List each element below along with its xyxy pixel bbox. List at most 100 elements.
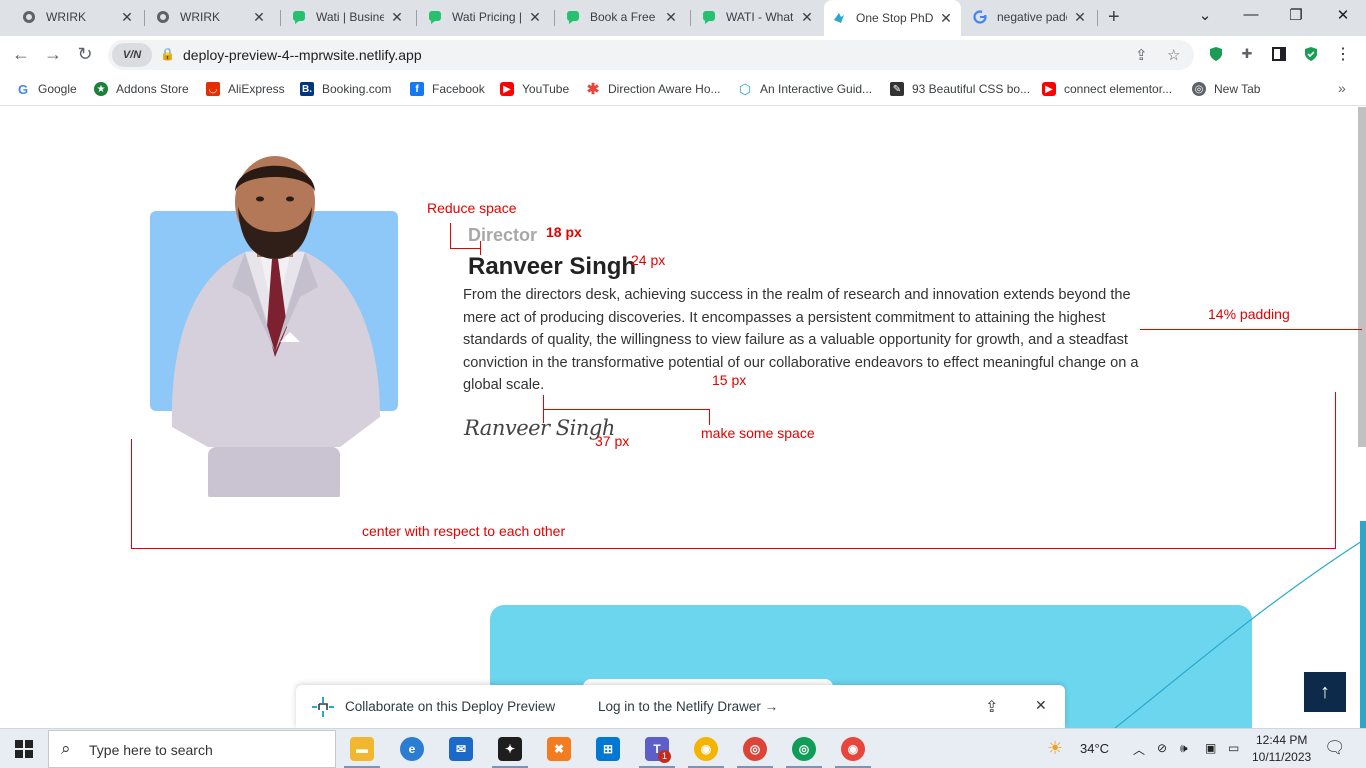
forward-button[interactable]: → (42, 44, 64, 65)
taskbar-search-box[interactable]: ⌕ Type here to search (48, 730, 336, 768)
mail-icon[interactable]: ✉ (449, 737, 473, 761)
close-icon[interactable]: ✕ (252, 9, 266, 26)
bookmark-aliexpress[interactable]: ◡ AliExpress (206, 82, 285, 96)
clock-date[interactable]: 10/11/2023 (1252, 750, 1311, 764)
tab-title: One Stop PhD (856, 11, 933, 25)
scrollbar-thumb[interactable] (1358, 107, 1366, 447)
bookmark-facebook[interactable]: f Facebook (410, 82, 485, 96)
file-explorer-icon[interactable]: ▬ (350, 737, 374, 761)
bookmark-new-tab[interactable]: ◎ New Tab (1192, 82, 1260, 96)
browser-app-icon[interactable]: ◉ (694, 737, 718, 761)
annotation-line (543, 409, 710, 410)
display-icon[interactable]: ▭ (1228, 741, 1239, 755)
tab-title: Wati Pricing | (452, 10, 522, 24)
edge-icon[interactable]: e (400, 737, 424, 761)
volume-icon[interactable]: 🕪 (1180, 741, 1188, 756)
bookmarks-overflow-chevron-icon[interactable]: » (1338, 80, 1346, 96)
booking-icon: B. (300, 82, 314, 96)
asterisk-icon: ✱ (586, 81, 600, 98)
bookmark-star-icon[interactable]: ☆ (1167, 46, 1180, 64)
tab-wati-business[interactable]: Wati | Business ✕ (284, 2, 412, 32)
close-icon[interactable]: ✕ (528, 9, 542, 26)
lock-icon[interactable]: 🔒 (160, 47, 175, 61)
annotation-name-size: 24 px (631, 252, 666, 268)
tab-title: Wati | Business (316, 10, 384, 24)
close-icon[interactable]: ✕ (390, 9, 404, 26)
tab-book-demo[interactable]: Book a Free D ✕ (558, 2, 686, 32)
notifications-icon[interactable]: 🗨 (1324, 738, 1346, 758)
facebook-icon: f (410, 82, 424, 96)
tab-wrirk-1[interactable]: WRIRK ✕ (14, 2, 142, 32)
addons-icon: ★ (94, 82, 108, 96)
chat-bubble-icon (293, 11, 305, 24)
new-tab-button[interactable]: + (1108, 6, 1120, 29)
tab-negative-padding[interactable]: negative padd ✕ (965, 2, 1095, 32)
reload-button[interactable]: ↻ (74, 44, 96, 65)
bookmark-addons-store[interactable]: ★ Addons Store (94, 82, 189, 96)
vpn-badge[interactable]: V/N (112, 43, 152, 67)
vpn-shield-icon[interactable] (1207, 45, 1225, 63)
address-bar[interactable]: V/N 🔒 deploy-preview-4--mprwsite.netlify… (108, 40, 1194, 70)
tab-title: WATI - WhatsA (726, 10, 794, 24)
css-icon: ✎ (890, 82, 904, 96)
chevron-up-icon[interactable]: ︿ (1133, 741, 1145, 758)
bookmark-label: New Tab (1214, 82, 1261, 96)
collaborate-label[interactable]: Collaborate on this Deploy Preview (345, 699, 555, 714)
share-icon[interactable]: ⇪ (1135, 46, 1148, 64)
grammar-check-icon[interactable] (1302, 45, 1320, 63)
kebab-menu-icon[interactable]: ⋮ (1334, 45, 1352, 63)
tab-search-chevron-icon[interactable]: ⌄ (1195, 6, 1215, 24)
close-icon[interactable]: ✕ (1035, 697, 1047, 714)
close-icon[interactable]: ✕ (120, 9, 134, 26)
temperature-label[interactable]: 34°C (1080, 741, 1109, 756)
tab-wati-whatsapp[interactable]: WATI - WhatsA ✕ (694, 2, 822, 32)
bookmark-css-borders[interactable]: ✎ 93 Beautiful CSS bo... (890, 82, 1030, 96)
close-icon[interactable]: ✕ (800, 9, 814, 26)
tab-wrirk-2[interactable]: WRIRK ✕ (148, 2, 274, 32)
globe-icon: ◎ (1192, 82, 1206, 96)
back-button[interactable]: ← (10, 44, 32, 65)
extensions-puzzle-icon[interactable]: ✚ (1238, 45, 1256, 63)
share-icon[interactable]: ⇪ (985, 697, 998, 717)
clock-time[interactable]: 12:44 PM (1256, 733, 1307, 747)
netlify-drawer-bar: Collaborate on this Deploy Preview Log i… (296, 685, 1065, 728)
browser-alt-icon[interactable]: ◉ (841, 737, 865, 761)
store-icon[interactable]: ⊞ (596, 737, 620, 761)
bookmark-connect-elementor[interactable]: ▶ connect elementor... (1042, 82, 1172, 96)
annotation-sig-size: 37 px (595, 433, 630, 449)
google-icon: G (17, 81, 29, 97)
windows-start-icon[interactable] (15, 740, 33, 758)
restore-button[interactable]: ❐ (1286, 6, 1306, 24)
close-window-button[interactable]: ✕ (1333, 6, 1353, 24)
xampp-icon[interactable]: ✖ (547, 737, 571, 761)
side-panel-icon[interactable] (1270, 45, 1288, 63)
annotation-line (709, 409, 710, 425)
bookmark-booking[interactable]: B. Booking.com (300, 82, 391, 96)
bookmark-youtube[interactable]: ▶ YouTube (500, 82, 569, 96)
network-icon[interactable]: ⊘ (1157, 741, 1167, 755)
tab-strip: WRIRK ✕ WRIRK ✕ Wati | Business ✕ Wati P… (0, 0, 1366, 36)
scroll-to-top-button[interactable]: ↑ (1304, 672, 1346, 712)
weather-icon[interactable]: ☀ (1047, 738, 1063, 759)
tab-title: WRIRK (180, 10, 220, 24)
battery-icon[interactable]: ▣ (1205, 741, 1216, 755)
bookmarks-bar: G Google ★ Addons Store ◡ AliExpress B. Book… (0, 74, 1366, 106)
chrome-profile-icon[interactable]: ◎ (792, 737, 816, 761)
figma-icon[interactable]: ✦ (498, 737, 522, 761)
browser-toolbar: ← → ↻ V/N 🔒 deploy-preview-4--mprwsite.n… (0, 36, 1366, 74)
tab-one-stop-phd[interactable]: One Stop PhD ✕ (824, 0, 961, 36)
youtube-icon: ▶ (500, 82, 514, 96)
tab-wati-pricing[interactable]: Wati Pricing | ✕ (420, 2, 550, 32)
minimize-button[interactable]: — (1241, 6, 1261, 23)
login-netlify-drawer-link[interactable]: Log in to the Netlify Drawer → (598, 699, 778, 714)
bookmark-interactive-guide[interactable]: ⬡ An Interactive Guid... (738, 81, 872, 97)
chrome-icon[interactable]: ◎ (743, 737, 767, 761)
url-text[interactable]: deploy-preview-4--mprwsite.netlify.app (183, 47, 422, 63)
close-icon[interactable]: ✕ (1073, 9, 1087, 26)
close-icon[interactable]: ✕ (939, 10, 953, 27)
annotation-center: center with respect to each other (362, 523, 566, 539)
bookmark-direction-aware[interactable]: ✱ Direction Aware Ho... (586, 81, 721, 98)
bookmark-google[interactable]: G Google (16, 81, 77, 97)
close-icon[interactable]: ✕ (664, 9, 678, 26)
annotation-line (450, 248, 481, 249)
